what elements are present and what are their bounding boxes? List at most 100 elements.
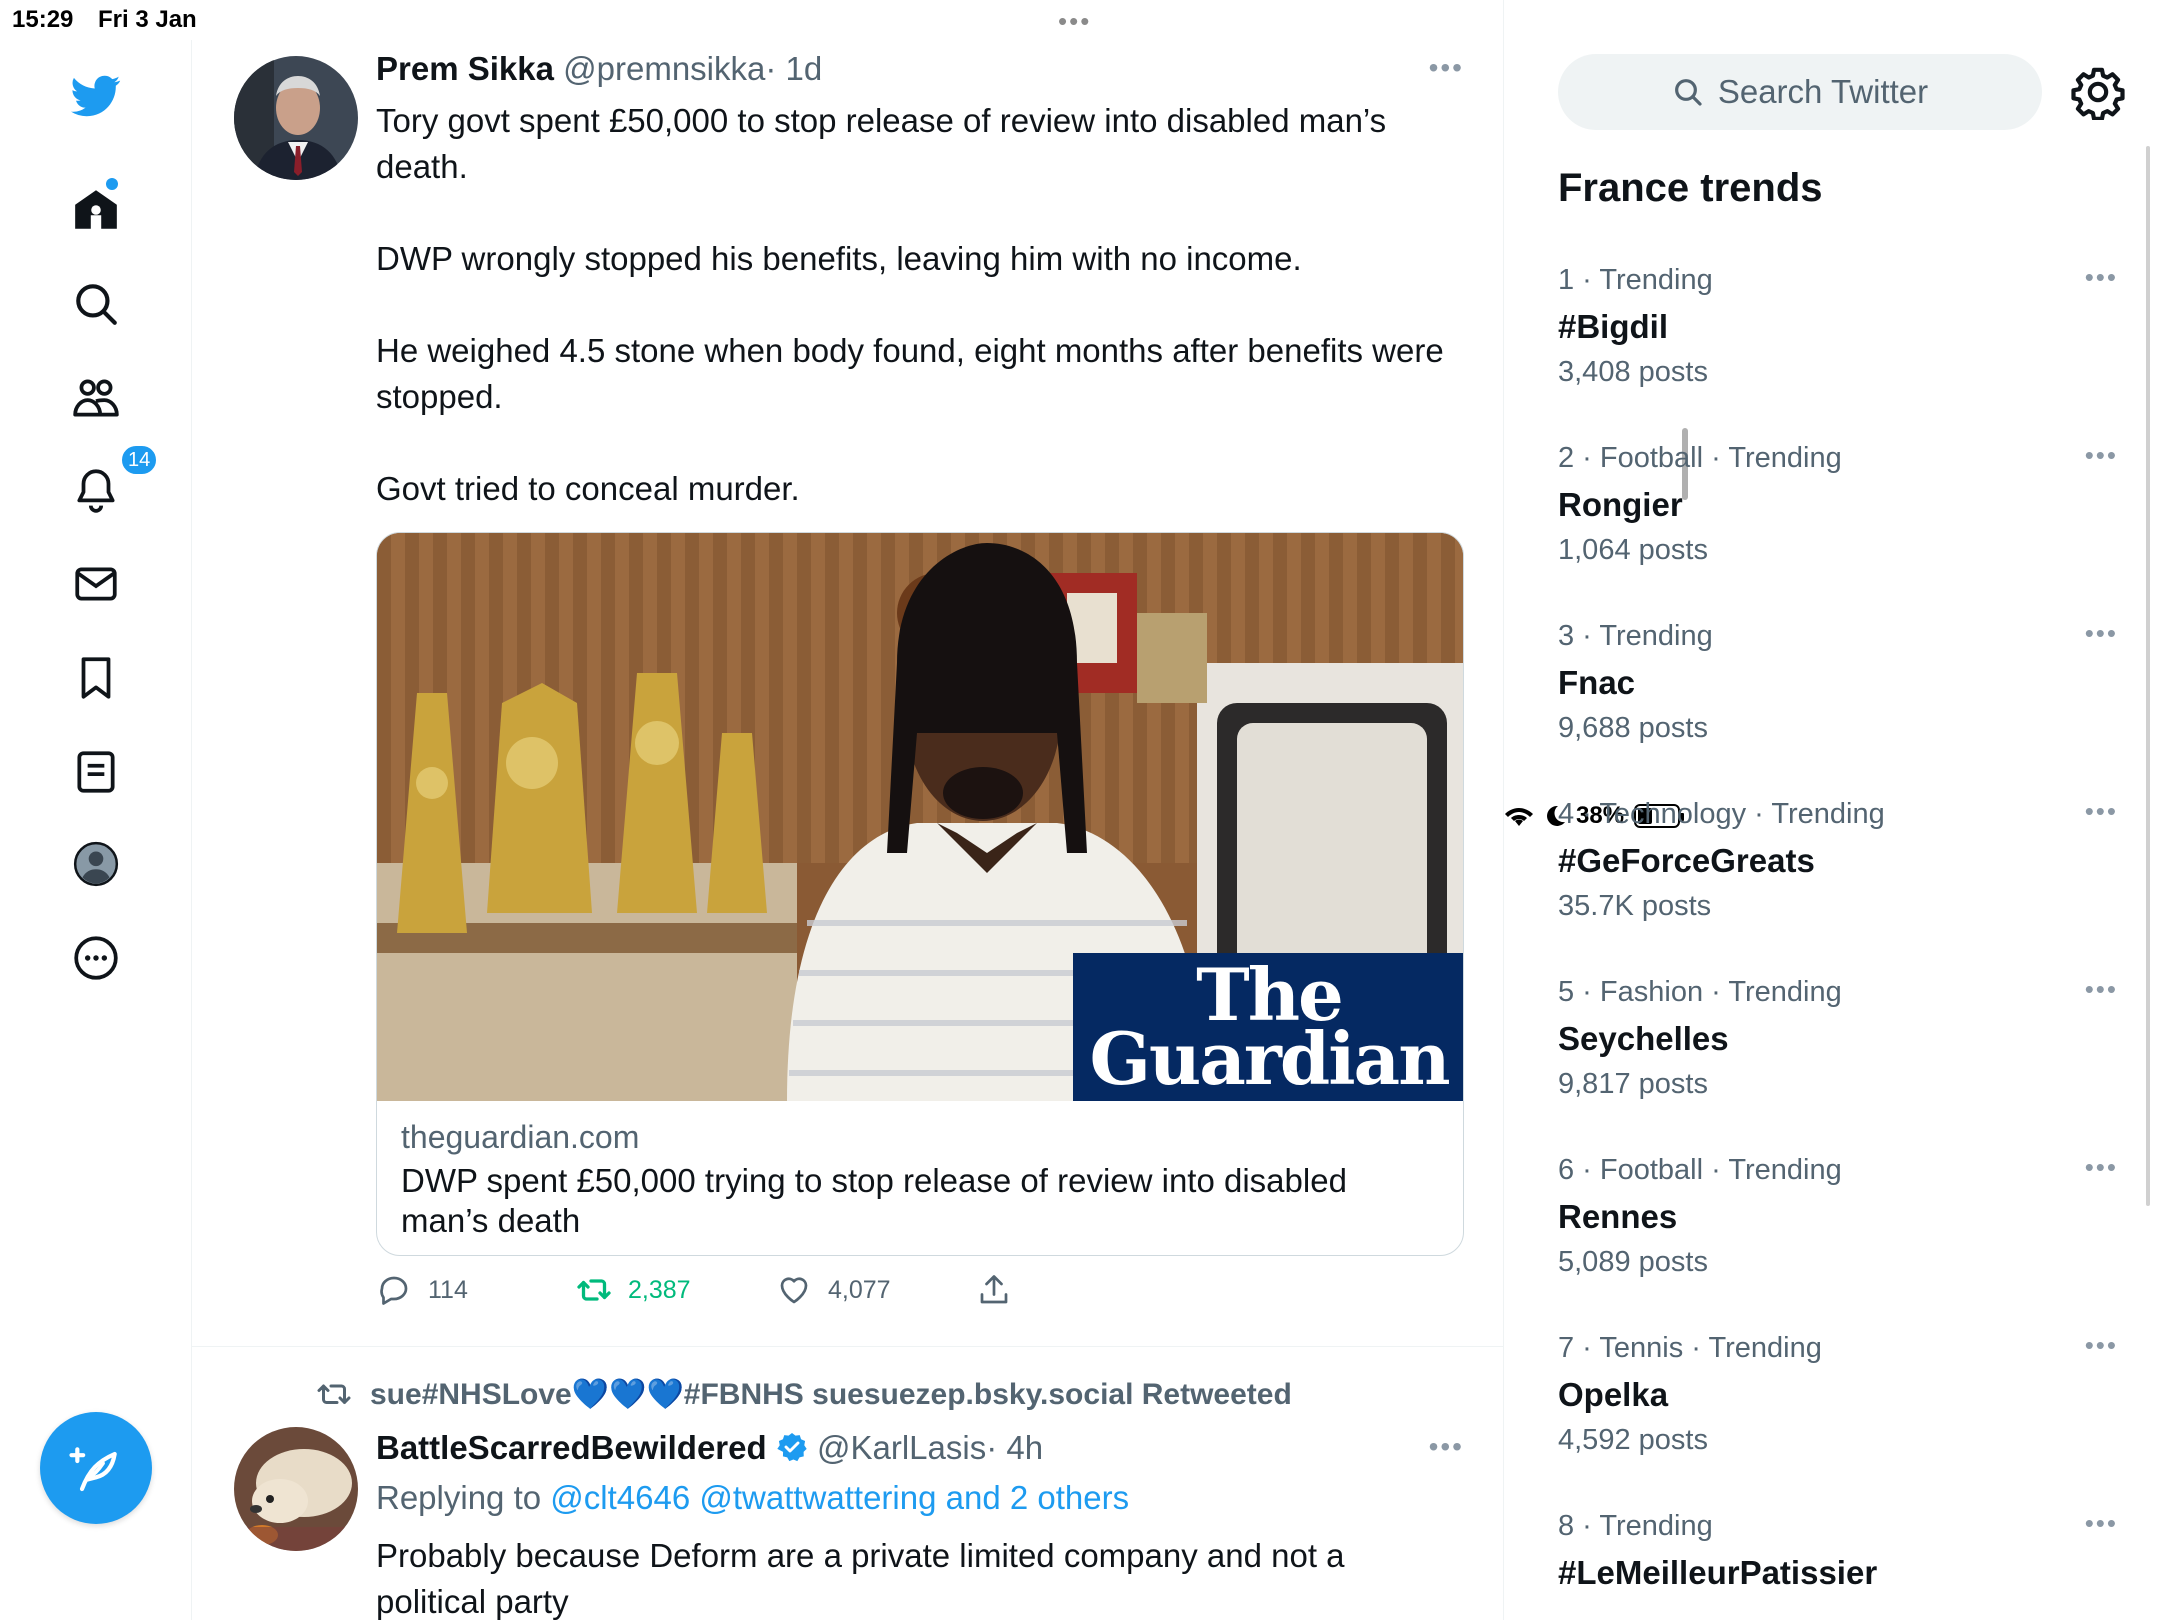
trend-meta: 1 · Trending (1558, 264, 1713, 296)
trend-count: 9,688 posts (1558, 712, 1708, 744)
trend-item[interactable]: 2 · Football · Trending Rongier 1,064 po… (1558, 440, 2118, 612)
card-title: DWP spent £50,000 trying to stop release… (401, 1162, 1347, 1239)
trend-count: 35.7K posts (1558, 890, 1712, 922)
author-name[interactable]: Prem Sikka (376, 50, 554, 87)
trend-item[interactable]: 1 · Trending #Bigdil 3,408 posts ••• (1558, 262, 2118, 434)
guardian-logo: The Guardian (1073, 953, 1463, 1101)
trend-meta: 8 · Trending (1558, 1510, 1713, 1542)
trend-more-icon[interactable]: ••• (2085, 1152, 2118, 1183)
tweet[interactable]: Prem Sikka @premnsikka· 1d ••• Tory govt… (192, 0, 1504, 1346)
profile-avatar-icon[interactable] (64, 832, 128, 896)
notifications-badge: 14 (120, 444, 159, 476)
tweet-paragraph: Tory govt spent £50,000 to stop release … (376, 102, 1387, 185)
trend-item[interactable]: 7 · Tennis · Trending Opelka 4,592 posts… (1558, 1330, 2118, 1502)
heart-icon (780, 1277, 808, 1304)
trend-meta: 3 · Trending (1558, 620, 1713, 652)
messages-envelope-icon[interactable] (64, 552, 128, 616)
trend-name: Rongier (1558, 486, 1683, 523)
twitter-logo-icon[interactable] (64, 64, 128, 128)
trend-more-icon[interactable]: ••• (2085, 440, 2118, 471)
trend-item[interactable]: 6 · Football · Trending Rennes 5,089 pos… (1558, 1152, 2118, 1324)
home-new-dot (106, 178, 118, 190)
search-icon (1674, 79, 1702, 106)
trend-meta: 5 · Fashion · Trending (1558, 976, 1842, 1008)
tweet-paragraph: DWP wrongly stopped his benefits, leavin… (376, 240, 1302, 277)
retweeted-by-text: sue#NHSLove💙💙💙#FBNHS suesuezep.bsky.soci… (370, 1378, 1292, 1411)
avatar[interactable] (234, 1427, 358, 1551)
trend-more-icon[interactable]: ••• (2085, 1508, 2118, 1539)
verified-badge-icon (777, 1433, 807, 1462)
card-domain: theguardian.com (401, 1119, 640, 1155)
status-date: Fri 3 Jan (98, 6, 197, 33)
like-count: 4,077 (828, 1275, 891, 1304)
share-icon (980, 1275, 1008, 1304)
tweet-more-icon[interactable]: ••• (1429, 1431, 1464, 1463)
trend-more-icon[interactable]: ••• (2085, 618, 2118, 649)
more-options-icon[interactable] (64, 926, 128, 990)
trend-item[interactable]: 8 · Trending #LeMeilleurPatissier ••• (1558, 1508, 2118, 1620)
tweet-time[interactable]: · 4h (986, 1429, 1043, 1466)
reply-count: 114 (428, 1275, 468, 1304)
tweet-paragraph: He weighed 4.5 stone when body found, ei… (376, 332, 1444, 415)
trend-name: Fnac (1558, 664, 1636, 701)
trend-name: Opelka (1558, 1376, 1669, 1413)
retweet-icon (317, 1384, 351, 1404)
avatar[interactable] (234, 56, 358, 180)
trend-count: 5,089 posts (1558, 1246, 1708, 1278)
replying-to-prefix: Replying to (376, 1479, 542, 1516)
trend-name: #LeMeilleurPatissier (1558, 1554, 1878, 1591)
retweeted-by[interactable]: sue#NHSLove💙💙💙#FBNHS suesuezep.bsky.soci… (316, 1377, 1292, 1412)
notifications-bell-icon[interactable]: 14 (64, 444, 159, 522)
trend-count: 4,592 posts (1558, 1424, 1708, 1456)
communities-icon[interactable] (64, 366, 128, 430)
share-button[interactable] (976, 1272, 1012, 1308)
replying-to-links[interactable]: @clt4646 @twattwattering and 2 others (550, 1479, 1129, 1516)
trend-more-icon[interactable]: ••• (2085, 1330, 2118, 1361)
author-handle[interactable]: @KarlLasis (817, 1429, 986, 1466)
retweet-button[interactable]: 2,387 (576, 1272, 691, 1308)
author-name[interactable]: BattleScarredBewildered (376, 1429, 767, 1466)
trend-meta: 6 · Football · Trending (1558, 1154, 1842, 1186)
compose-tweet-button[interactable] (40, 1412, 152, 1524)
sidebar-scrollbar[interactable] (2146, 146, 2150, 1206)
trend-name: Rennes (1558, 1198, 1678, 1235)
trends-title: France trends (1558, 166, 1823, 210)
author-handle[interactable]: @premnsikka (563, 50, 765, 87)
card-image[interactable]: The Guardian (377, 533, 1463, 1101)
tweet-header: BattleScarredBewildered @KarlLasis· 4h (376, 1429, 1043, 1467)
settings-gear-icon[interactable] (2070, 64, 2126, 120)
tweet-text: Probably because Deform are a private li… (376, 1537, 1345, 1620)
trend-name: #GeForceGreats (1558, 842, 1815, 879)
reply-button[interactable]: 114 (376, 1272, 468, 1308)
trend-meta: 4 · Technology · Trending (1558, 798, 1885, 830)
left-navigation: 14 (0, 40, 192, 1620)
home-icon[interactable] (64, 178, 128, 242)
search-placeholder: Search Twitter (1717, 73, 1929, 110)
tweet-text: Tory govt spent £50,000 to stop release … (376, 98, 1456, 512)
status-time: 15:29 (12, 6, 74, 33)
tweet-time[interactable]: · 1d (765, 50, 822, 87)
like-button[interactable]: 4,077 (776, 1272, 891, 1308)
trend-name: Seychelles (1558, 1020, 1729, 1057)
trend-more-icon[interactable]: ••• (2085, 262, 2118, 293)
link-card[interactable]: The Guardian theguardian.com DWP spent £… (376, 532, 1464, 1256)
lists-icon[interactable] (64, 740, 128, 804)
trend-item[interactable]: 3 · Trending Fnac 9,688 posts ••• (1558, 618, 2118, 790)
trend-meta: 2 · Football · Trending (1558, 442, 1842, 474)
search-box[interactable]: Search Twitter (1558, 54, 2042, 130)
trend-count: 3,408 posts (1558, 356, 1708, 388)
tweet-more-icon[interactable]: ••• (1429, 52, 1464, 84)
tweet-actions: 114 2,387 4,077 (376, 1272, 1276, 1322)
trend-meta: 7 · Tennis · Trending (1558, 1332, 1822, 1364)
reply-icon (380, 1276, 408, 1305)
search-icon[interactable] (64, 272, 128, 336)
trend-more-icon[interactable]: ••• (2085, 974, 2118, 1005)
bookmark-icon[interactable] (64, 646, 128, 710)
tweet[interactable]: sue#NHSLove💙💙💙#FBNHS suesuezep.bsky.soci… (192, 1347, 1504, 1620)
trend-item[interactable]: 4 · Technology · Trending #GeForceGreats… (1558, 796, 2118, 968)
timeline-feed: Prem Sikka @premnsikka· 1d ••• Tory govt… (192, 0, 1688, 1620)
trend-more-icon[interactable]: ••• (2085, 796, 2118, 827)
trend-item[interactable]: 5 · Fashion · Trending Seychelles 9,817 … (1558, 974, 2118, 1146)
right-sidebar: Search Twitter France trends 1 · Trendin… (1504, 0, 2160, 1620)
trend-count: 9,817 posts (1558, 1068, 1708, 1100)
